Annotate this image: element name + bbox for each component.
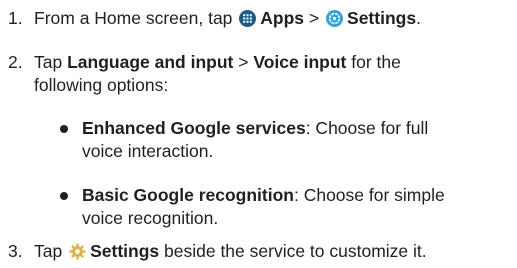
bullet-1-desc: : Choose for full: [305, 118, 429, 138]
bullet-1: Enhanced Google services: Choose for ful…: [82, 117, 428, 139]
language-input-label: Language and input: [67, 52, 234, 72]
step-1-separator: >: [308, 8, 320, 28]
bullet-2-dot: [60, 192, 68, 200]
settings-gear-label: Settings: [90, 241, 160, 261]
step-1: 1. From a Home screen, tap Apps > Settin…: [8, 7, 421, 29]
step-2: 2. Tap Language and input > Voice input f…: [8, 51, 401, 73]
step-1-text: From a Home screen, tap: [34, 8, 233, 28]
step-3-text: Tap: [34, 241, 63, 261]
voice-input-label: Voice input: [253, 52, 347, 72]
enhanced-google-services-term: Enhanced Google services: [82, 118, 306, 138]
step-2-separator: >: [238, 52, 249, 72]
settings-label: Settings: [347, 8, 417, 28]
bullet-2-desc-line-2: voice recognition.: [82, 208, 219, 228]
gear-icon: [69, 243, 86, 260]
apps-label: Apps: [260, 8, 305, 28]
bullet-1-line-2: voice interaction.: [82, 140, 213, 162]
step-3: 3. Tap Settings beside the service to cus…: [8, 240, 427, 262]
bullet-2-line-2: voice recognition.: [82, 207, 218, 229]
step-2-text: Tap: [34, 52, 63, 72]
step-2-number: 2.: [8, 52, 23, 72]
step-3-text-cont: beside the service to customize it.: [164, 241, 427, 261]
apps-grid-icon: [239, 10, 257, 27]
step-2-text-cont: for the: [351, 52, 401, 72]
basic-google-recognition-term: Basic Google recognition: [82, 185, 294, 205]
step-1-number: 1.: [8, 8, 23, 28]
bullet-2: Basic Google recognition: Choose for sim…: [82, 184, 445, 206]
step-1-period: .: [416, 8, 421, 28]
step-3-number: 3.: [8, 241, 23, 261]
step-2-text-line-2: following options:: [34, 75, 169, 95]
step-2-line-2: following options:: [34, 74, 168, 96]
settings-app-icon: [326, 10, 344, 27]
bullet-1-dot: [60, 125, 68, 133]
bullet-1-desc-line-2: voice interaction.: [82, 141, 214, 161]
bullet-2-desc: : Choose for simple: [293, 185, 445, 205]
